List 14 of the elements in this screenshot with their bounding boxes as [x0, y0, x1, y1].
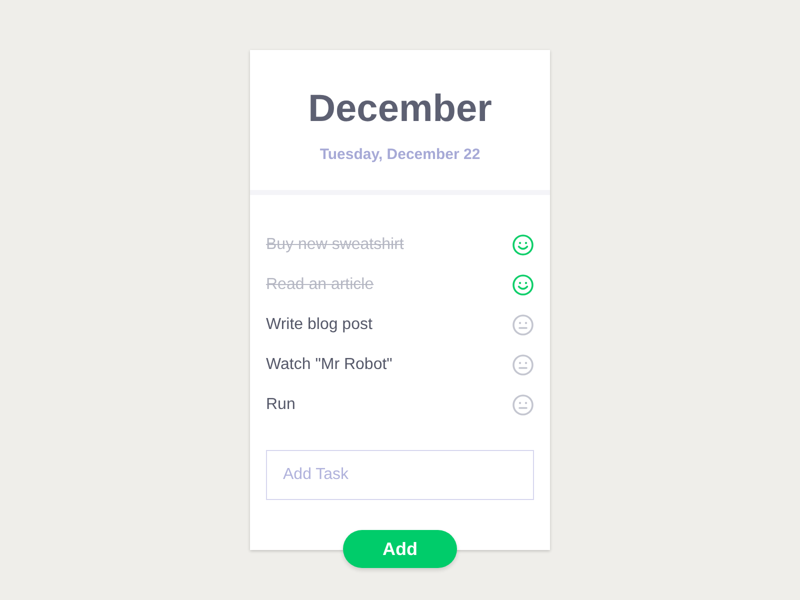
month-title: December — [308, 87, 492, 132]
neutral-face-icon[interactable] — [512, 354, 534, 376]
smiley-icon[interactable] — [512, 234, 534, 256]
task-text: Buy new sweatshirt — [266, 235, 404, 255]
task-input[interactable]: Add Task — [266, 450, 534, 500]
task-text: Watch "Mr Robot" — [266, 355, 392, 375]
task-text: Read an article — [266, 275, 374, 295]
add-button[interactable]: Add — [343, 530, 457, 568]
task-text: Run — [266, 395, 296, 415]
smiley-icon[interactable] — [512, 274, 534, 296]
neutral-face-icon[interactable] — [512, 314, 534, 336]
neutral-face-icon[interactable] — [512, 394, 534, 416]
task-text: Write blog post — [266, 315, 372, 335]
date-subtitle: Tuesday, December 22 — [320, 145, 480, 165]
